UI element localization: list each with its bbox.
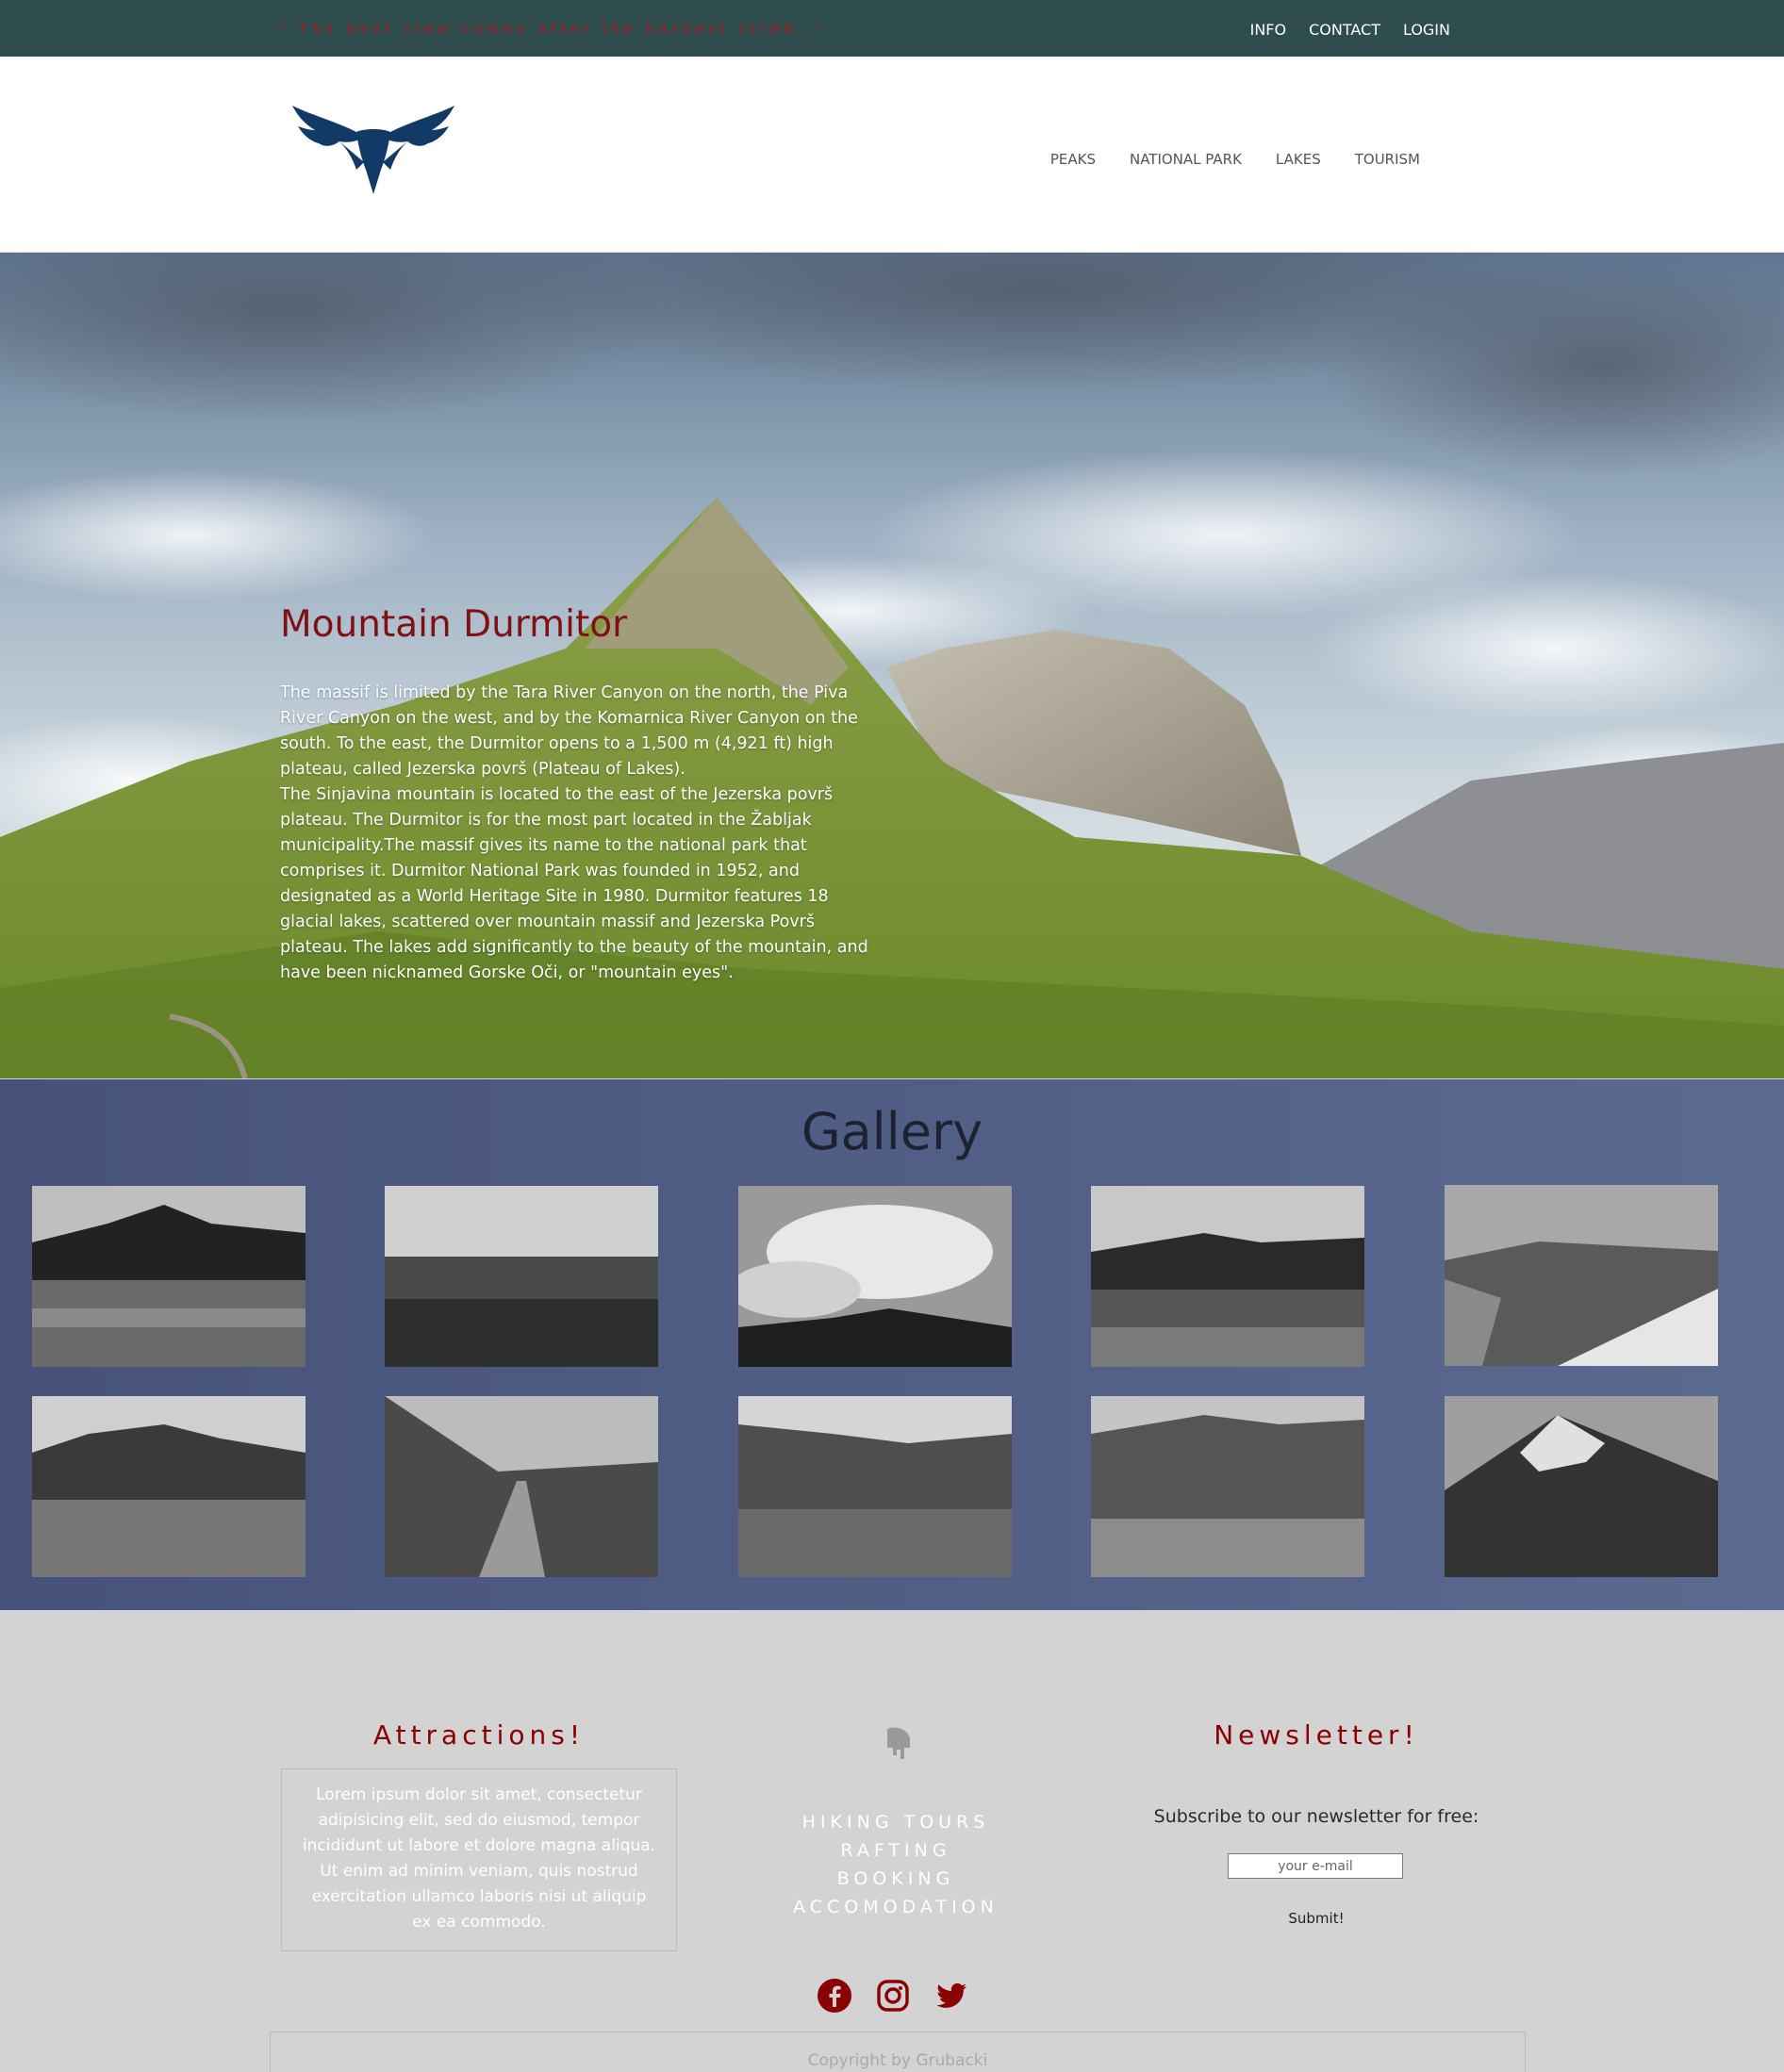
hero-paragraph: The Sinjavina mountain is located to the… xyxy=(280,785,868,982)
pointer-hand-icon xyxy=(882,1727,914,1765)
gallery-thumbnail-snowy-peak[interactable] xyxy=(1445,1396,1718,1577)
nav-login-link[interactable]: LOGIN xyxy=(1403,21,1450,39)
hero-section: Mountain Durmitor The massif is limited … xyxy=(0,253,1784,1078)
gallery-thumbnail-plain-field[interactable] xyxy=(385,1186,658,1367)
gallery-title: Gallery xyxy=(801,1102,983,1161)
copyright-text: Copyright by Grubacki xyxy=(270,2031,1526,2072)
gallery-thumbnail-rocky-snow-slope[interactable] xyxy=(1445,1185,1718,1366)
gallery-thumbnail-boulder-valley[interactable] xyxy=(1091,1396,1364,1577)
site-footer: Attractions! Lorem ipsum dolor sit amet,… xyxy=(0,1610,1784,2072)
attractions-text: Lorem ipsum dolor sit amet, consectetur … xyxy=(281,1768,677,1951)
hero-description: The massif is limited by the Tara River … xyxy=(280,681,884,986)
booking-link[interactable]: BOOKING xyxy=(754,1865,1037,1893)
facebook-icon[interactable] xyxy=(817,1978,852,2014)
gallery-thumbnail-mountain-road[interactable] xyxy=(385,1396,658,1577)
email-input[interactable] xyxy=(1228,1853,1403,1879)
site-header: PEAKS NATIONAL PARK LAKES TOURISM xyxy=(0,57,1784,253)
hiking-tours-link[interactable]: HIKING TOURS xyxy=(754,1808,1037,1836)
nav-info-link[interactable]: INFO xyxy=(1250,21,1286,39)
twitter-icon[interactable] xyxy=(933,1978,969,2014)
gallery-thumbnail-rocky-plateau[interactable] xyxy=(738,1396,1012,1577)
instagram-icon[interactable] xyxy=(875,1978,911,2014)
eagle-logo-icon[interactable] xyxy=(290,104,456,198)
tagline-quote: " The best view comes after the hardest … xyxy=(279,21,827,37)
subscribe-label: Subscribe to our newsletter for free: xyxy=(1153,1806,1479,1827)
nav-national-park-link[interactable]: NATIONAL PARK xyxy=(1130,151,1242,168)
social-links xyxy=(817,1978,969,2014)
newsletter-heading: Newsletter! xyxy=(1214,1719,1419,1751)
main-nav: PEAKS NATIONAL PARK LAKES TOURISM xyxy=(1050,151,1420,168)
hero-paragraph: The massif is limited by the Tara River … xyxy=(280,683,858,779)
top-bar: " The best view comes after the hardest … xyxy=(0,0,1784,57)
gallery-thumbnail-cloudy-sky[interactable] xyxy=(738,1186,1012,1367)
gallery-thumbnail-forest-lake[interactable] xyxy=(1091,1186,1364,1367)
top-nav: INFO CONTACT LOGIN xyxy=(1250,21,1450,39)
gallery-thumbnail-mountain-valley[interactable] xyxy=(32,1396,306,1577)
nav-lakes-link[interactable]: LAKES xyxy=(1276,151,1321,168)
gallery-section: Gallery xyxy=(0,1079,1784,1610)
hero-title: Mountain Durmitor xyxy=(280,603,628,646)
footer-links: HIKING TOURS RAFTING BOOKING ACCOMODATIO… xyxy=(754,1808,1037,1921)
rafting-link[interactable]: RAFTING xyxy=(754,1836,1037,1865)
nav-tourism-link[interactable]: TOURISM xyxy=(1355,151,1420,168)
mountain-landscape-image xyxy=(0,253,1784,1078)
submit-button[interactable]: Submit! xyxy=(1269,1910,1363,1927)
accomodation-link[interactable]: ACCOMODATION xyxy=(754,1893,1037,1921)
gallery-thumbnail-lake-reflection[interactable] xyxy=(32,1186,306,1367)
nav-peaks-link[interactable]: PEAKS xyxy=(1050,151,1096,168)
attractions-heading: Attractions! xyxy=(372,1719,586,1751)
nav-contact-link[interactable]: CONTACT xyxy=(1309,21,1380,39)
